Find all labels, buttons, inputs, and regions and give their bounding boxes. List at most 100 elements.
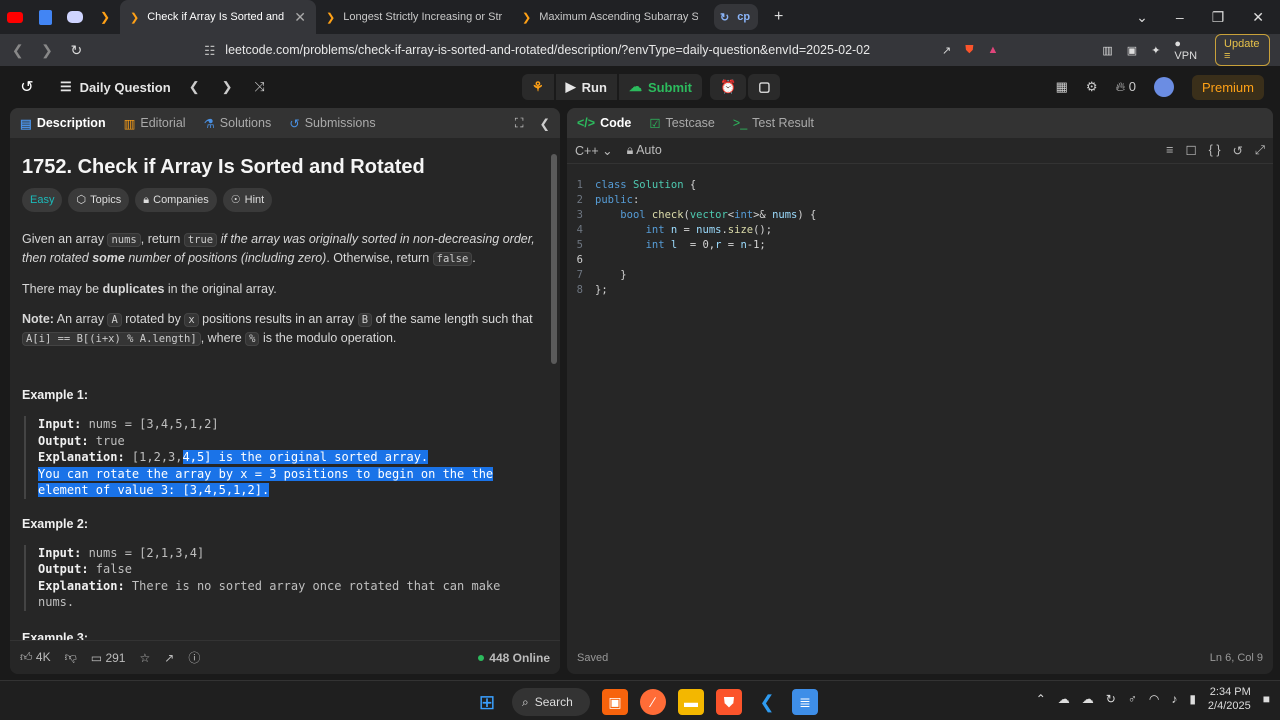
tab-check-if-array-sorted[interactable]: ❯ Check if Array Is Sorted and Ro ✕ bbox=[120, 0, 316, 34]
sidebar-icon[interactable]: ▥ bbox=[1102, 44, 1112, 57]
brave-rewards-icon[interactable]: ▲ bbox=[988, 44, 999, 56]
brave-shield-icon[interactable]: ⛊ bbox=[965, 44, 973, 57]
daily-question-link[interactable]: ☰ Daily Question bbox=[60, 79, 171, 95]
fullscreen-icon[interactable]: ⤢ bbox=[1255, 143, 1265, 158]
notifications-icon[interactable]: ■ bbox=[1263, 692, 1270, 706]
timer-button[interactable]: ⏰ bbox=[710, 74, 747, 100]
app-icon[interactable]: ▣ bbox=[602, 689, 628, 715]
vpn-button[interactable]: ● VPN bbox=[1174, 38, 1201, 62]
next-problem-icon[interactable]: ❯ bbox=[222, 79, 233, 95]
wallet-icon[interactable]: ▣ bbox=[1127, 44, 1137, 57]
example-explanation: Explanation: There is no sorted array on… bbox=[38, 578, 536, 611]
leo-ai-icon[interactable]: ✦ bbox=[1151, 44, 1160, 57]
example-explanation-line: element of value 3: [3,4,5,1,2]. bbox=[38, 482, 536, 499]
description-icon: ▤ bbox=[20, 116, 32, 131]
forward-icon[interactable]: ❯ bbox=[39, 42, 54, 59]
example-title: Example 2: bbox=[22, 516, 89, 531]
code-editor[interactable]: 1 class Solution { 2 public: 3 bool check(… bbox=[567, 170, 1261, 610]
like-button[interactable]: 👍︎ 4K bbox=[20, 650, 51, 665]
tab-test-result[interactable]: >_ Test Result bbox=[733, 116, 814, 130]
run-button[interactable]: ▶ Run bbox=[555, 74, 617, 100]
companies-badge[interactable]: 🔒︎ Companies bbox=[135, 188, 217, 212]
back-icon[interactable]: ❮ bbox=[10, 42, 25, 59]
tab-maximum-ascending-subarray[interactable]: ❯ Maximum Ascending Subarray Sum bbox=[512, 0, 708, 34]
leetcode-logo-icon[interactable]: ↺ bbox=[16, 76, 38, 98]
leetcode-pinned-tab[interactable]: ❯ bbox=[90, 0, 120, 34]
format-icon[interactable]: ≡ bbox=[1166, 143, 1173, 158]
volume-icon[interactable]: ♪ bbox=[1171, 692, 1177, 706]
docs-pinned-tab[interactable] bbox=[30, 0, 60, 34]
scrollbar-thumb[interactable] bbox=[551, 154, 557, 364]
onedrive-icon[interactable]: ☁ bbox=[1058, 692, 1070, 706]
cloud-icon[interactable]: ☁ bbox=[1082, 692, 1094, 706]
tab-code[interactable]: </> Code bbox=[577, 116, 631, 130]
text: Given an array bbox=[22, 232, 108, 246]
expand-icon[interactable]: ⛶ bbox=[515, 116, 524, 131]
prev-problem-icon[interactable]: ❮ bbox=[189, 79, 200, 95]
badge-label: Companies bbox=[153, 194, 209, 206]
microphone-icon[interactable]: ♂ bbox=[1128, 692, 1137, 706]
share-icon[interactable]: ↗ bbox=[942, 44, 951, 57]
premium-button[interactable]: Premium bbox=[1191, 74, 1264, 100]
tab-editorial[interactable]: ▥ Editorial bbox=[124, 116, 186, 131]
tab-testcase[interactable]: ☑ Testcase bbox=[649, 116, 715, 131]
bookmark-icon[interactable]: ☐ bbox=[1185, 143, 1196, 158]
dislike-button[interactable]: 👎︎ bbox=[65, 650, 77, 665]
help-icon[interactable]: ⓘ bbox=[188, 649, 200, 666]
shuffle-icon[interactable]: ⤨ bbox=[255, 79, 265, 95]
run-label: Run bbox=[581, 79, 607, 95]
youtube-pinned-tab[interactable] bbox=[0, 0, 30, 34]
share-icon[interactable]: ↗ bbox=[164, 651, 174, 665]
text: An array bbox=[53, 312, 108, 326]
new-tab-icon[interactable]: + bbox=[774, 8, 783, 26]
tab-search-icon[interactable]: ⌄ bbox=[1136, 9, 1148, 26]
layout-icon[interactable]: ▦ bbox=[1056, 79, 1068, 95]
streak[interactable]: 🔥︎ 0 bbox=[1116, 79, 1136, 95]
close-icon[interactable]: ✕ bbox=[294, 9, 306, 26]
file-explorer-icon[interactable]: ▬ bbox=[678, 689, 704, 715]
toolbar-right: ↗ ⛊ ▲ ▥ ▣ ✦ ● VPN Update ≡ bbox=[942, 34, 1270, 66]
problem-title[interactable]: 1752. Check if Array Is Sorted and Rotat… bbox=[22, 157, 536, 177]
taskbar-search[interactable]: ⌕ Search bbox=[512, 688, 590, 716]
avatar[interactable] bbox=[1153, 77, 1174, 97]
reload-icon[interactable]: ↻ bbox=[69, 42, 84, 59]
sync-icon[interactable]: ↻ bbox=[1106, 692, 1116, 706]
minimize-icon[interactable]: – bbox=[1176, 9, 1184, 26]
update-button[interactable]: Update ≡ bbox=[1215, 34, 1270, 66]
notepad-icon[interactable]: ≣ bbox=[792, 689, 818, 715]
hint-badge[interactable]: ☉ Hint bbox=[222, 188, 273, 212]
window-close-icon[interactable]: ✕ bbox=[1252, 9, 1264, 26]
submit-button[interactable]: ☁ Submit bbox=[618, 74, 702, 100]
discord-pinned-tab[interactable] bbox=[60, 0, 90, 34]
chevron-up-icon[interactable]: ⌃ bbox=[1036, 692, 1046, 706]
inline-code: false bbox=[432, 252, 473, 266]
tab-group-cp[interactable]: ↻ cp bbox=[714, 4, 758, 30]
tab-longest-strictly-increasing[interactable]: ❯ Longest Strictly Increasing or Strictl… bbox=[316, 0, 512, 34]
site-settings-icon[interactable]: ☷ bbox=[204, 43, 215, 58]
windows-start-icon[interactable]: ⊞ bbox=[474, 689, 500, 715]
tab-description[interactable]: ▤ Description bbox=[20, 116, 106, 131]
auto-mode[interactable]: 🔒︎ Auto bbox=[627, 143, 662, 158]
debug-button[interactable]: ⚘ bbox=[522, 74, 554, 100]
star-icon[interactable]: ☆ bbox=[139, 651, 150, 665]
like-count: 4K bbox=[35, 650, 51, 664]
postman-icon[interactable]: ∕ bbox=[640, 689, 666, 715]
battery-icon[interactable]: ▮ bbox=[1189, 692, 1196, 706]
braces-icon[interactable]: { } bbox=[1209, 143, 1221, 158]
comments-button[interactable]: ▭ 291 bbox=[91, 651, 126, 665]
description-scrollbar[interactable] bbox=[550, 144, 558, 640]
vscode-icon[interactable]: ❮ bbox=[754, 689, 780, 715]
tab-solutions[interactable]: ⚗ Solutions bbox=[204, 116, 272, 131]
url-field[interactable]: ☷ leetcode.com/problems/check-if-array-i… bbox=[198, 38, 928, 62]
reset-icon[interactable]: ↺ bbox=[1233, 143, 1243, 158]
collapse-icon[interactable]: ❮ bbox=[540, 116, 550, 131]
clock[interactable]: 2:34 PM 2/4/2025 bbox=[1208, 685, 1251, 713]
notes-button[interactable]: ▢ bbox=[748, 74, 781, 100]
tab-submissions[interactable]: ↺ Submissions bbox=[289, 116, 375, 131]
language-select[interactable]: C++ ⌄ bbox=[575, 143, 613, 158]
brave-browser-icon[interactable]: ⛊ bbox=[716, 689, 742, 715]
wifi-icon[interactable]: ◠ bbox=[1149, 692, 1159, 706]
topics-badge[interactable]: ⬡ Topics bbox=[68, 188, 130, 212]
settings-gear-icon[interactable]: ⚙ bbox=[1086, 79, 1098, 95]
maximize-icon[interactable]: ❐ bbox=[1212, 9, 1225, 26]
